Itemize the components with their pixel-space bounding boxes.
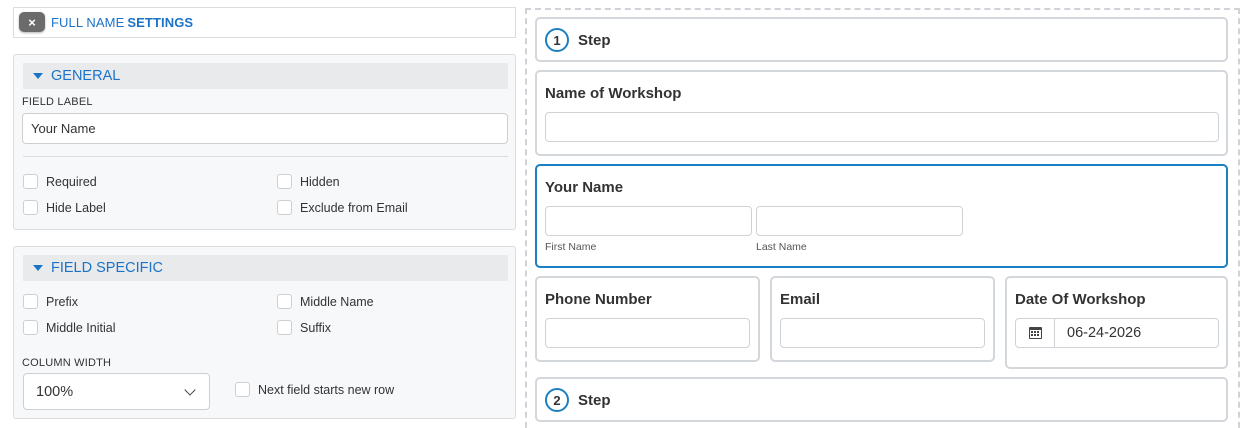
settings-title-prefix: FULL NAME <box>51 15 125 30</box>
column-width-caption: COLUMN WIDTH <box>22 357 112 369</box>
last-name-caption: Last Name <box>756 241 807 253</box>
step-label: Step <box>578 392 611 409</box>
checkbox-box[interactable] <box>23 320 38 335</box>
your-name-card[interactable]: Your Name First Name Last Name <box>535 164 1228 268</box>
field-specific-panel: FIELD SPECIFIC Prefix Middle Name Middle… <box>13 246 516 419</box>
email-label: Email <box>780 291 821 308</box>
chevron-down-icon <box>184 384 196 396</box>
caret-down-icon <box>33 73 43 79</box>
close-icon: × <box>28 14 36 30</box>
calendar-button[interactable] <box>1016 319 1055 347</box>
date-card[interactable]: Date Of Workshop 06-24-2026 <box>1005 276 1228 369</box>
suffix-label: Suffix <box>300 320 332 335</box>
hide-label-checkbox[interactable]: Hide Label <box>23 200 106 215</box>
step-2-card[interactable]: 2 Step <box>535 377 1228 422</box>
new-row-label: Next field starts new row <box>258 382 395 397</box>
checkbox-box[interactable] <box>23 200 38 215</box>
general-panel: GENERAL FIELD LABEL Your Name Required H… <box>13 54 516 230</box>
phone-label: Phone Number <box>545 291 652 308</box>
workshop-name-card[interactable]: Name of Workshop <box>535 70 1228 156</box>
prefix-label: Prefix <box>46 294 78 309</box>
field-label-value: Your Name <box>31 121 96 136</box>
step-1-card[interactable]: 1 Step <box>535 17 1228 62</box>
suffix-checkbox[interactable]: Suffix <box>277 320 331 335</box>
checkbox-box[interactable] <box>23 174 38 189</box>
phone-card[interactable]: Phone Number <box>535 276 760 362</box>
exclude-email-label: Exclude from Email <box>300 200 408 215</box>
middle-name-label: Middle Name <box>300 294 374 309</box>
form-canvas: 1 Step Name of Workshop Your Name First … <box>525 8 1240 428</box>
first-name-caption: First Name <box>545 241 597 253</box>
step-number-badge: 2 <box>545 388 569 412</box>
general-section-toggle[interactable]: GENERAL <box>23 63 508 89</box>
field-label-caption: FIELD LABEL <box>22 96 93 108</box>
hidden-checkbox[interactable]: Hidden <box>277 174 340 189</box>
hidden-label: Hidden <box>300 174 340 189</box>
prefix-checkbox[interactable]: Prefix <box>23 294 78 309</box>
field-label-input[interactable]: Your Name <box>22 113 508 144</box>
middle-initial-checkbox[interactable]: Middle Initial <box>23 320 115 335</box>
checkbox-box[interactable] <box>277 200 292 215</box>
column-width-select[interactable]: 100% <box>23 373 210 410</box>
your-name-label: Your Name <box>545 179 624 196</box>
checkbox-box[interactable] <box>277 174 292 189</box>
hide-label-label: Hide Label <box>46 200 106 215</box>
checkbox-box[interactable] <box>235 382 250 397</box>
step-label: Step <box>578 32 611 49</box>
middle-initial-label: Middle Initial <box>46 320 116 335</box>
caret-down-icon <box>33 265 43 271</box>
date-input[interactable]: 06-24-2026 <box>1015 318 1219 348</box>
date-value: 06-24-2026 <box>1067 325 1142 341</box>
required-checkbox[interactable]: Required <box>23 174 97 189</box>
email-input[interactable] <box>780 318 985 348</box>
field-specific-heading: FIELD SPECIFIC <box>51 260 163 276</box>
email-card[interactable]: Email <box>770 276 995 362</box>
settings-title: FULL NAME SETTINGS <box>51 15 193 30</box>
first-name-input[interactable] <box>545 206 752 236</box>
required-label: Required <box>46 174 97 189</box>
field-specific-section-toggle[interactable]: FIELD SPECIFIC <box>23 255 508 281</box>
checkbox-box[interactable] <box>277 294 292 309</box>
workshop-name-input[interactable] <box>545 112 1219 142</box>
checkbox-box[interactable] <box>277 320 292 335</box>
checkbox-box[interactable] <box>23 294 38 309</box>
settings-title-suffix: SETTINGS <box>127 15 194 30</box>
general-heading: GENERAL <box>51 68 121 84</box>
close-settings-button[interactable]: × <box>19 12 45 32</box>
new-row-checkbox[interactable]: Next field starts new row <box>235 382 394 397</box>
calendar-icon <box>1028 327 1042 339</box>
exclude-email-checkbox[interactable]: Exclude from Email <box>277 200 408 215</box>
settings-header: × FULL NAME SETTINGS <box>13 7 516 38</box>
column-width-value: 100% <box>36 383 74 400</box>
divider <box>23 156 508 157</box>
workshop-name-label: Name of Workshop <box>545 85 682 102</box>
last-name-input[interactable] <box>756 206 963 236</box>
phone-input[interactable] <box>545 318 750 348</box>
step-number-badge: 1 <box>545 28 569 52</box>
middle-name-checkbox[interactable]: Middle Name <box>277 294 374 309</box>
date-label: Date Of Workshop <box>1015 291 1146 308</box>
